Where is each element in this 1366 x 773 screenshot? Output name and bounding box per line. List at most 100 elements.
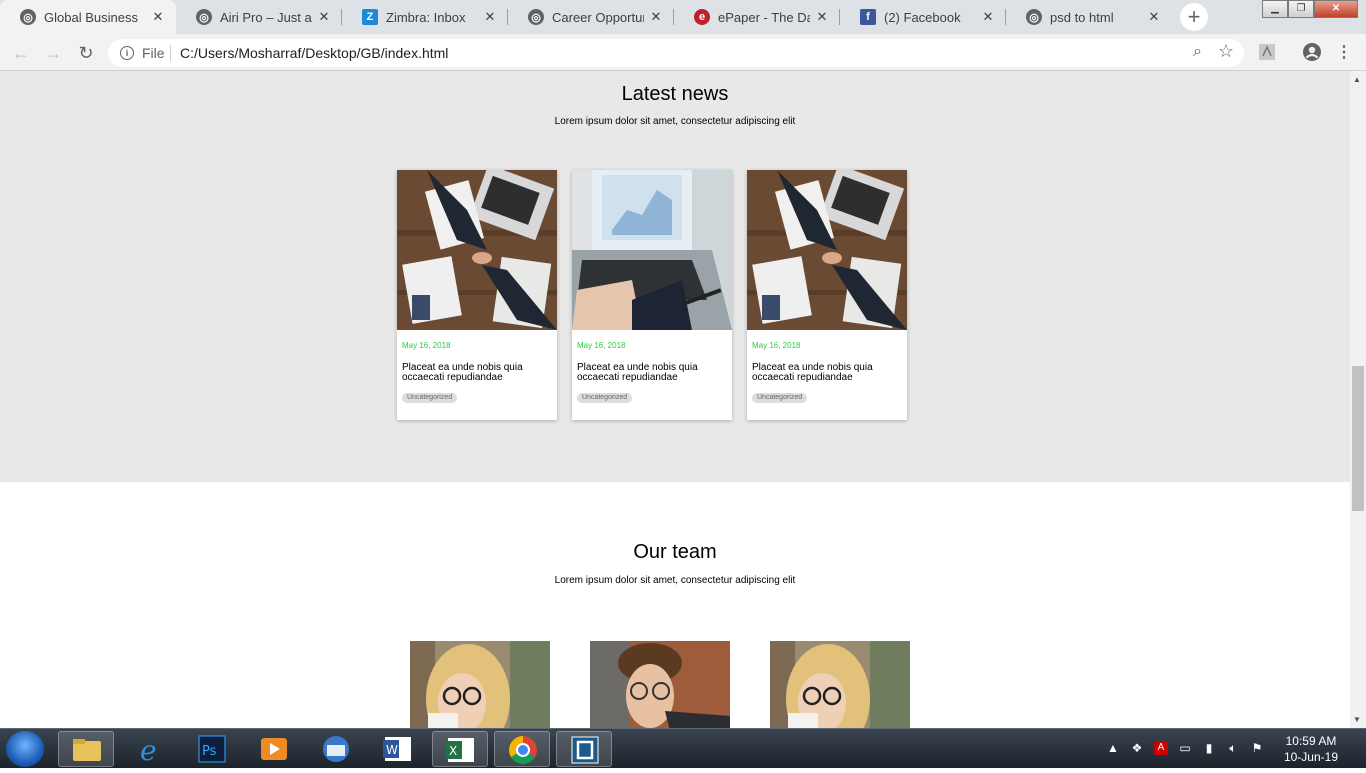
svg-text:X: X — [449, 744, 457, 758]
man-glasses-photo — [590, 641, 730, 728]
card-date: May 16, 2018 — [402, 341, 451, 350]
app-window-icon[interactable] — [556, 731, 612, 767]
internet-explorer-icon[interactable]: e — [122, 731, 178, 767]
photoshop-icon[interactable]: Ps — [184, 731, 240, 767]
tab-psd-to-html[interactable]: ◎ psd to html ✕ — [1006, 0, 1172, 34]
scheme-label: File — [142, 45, 165, 61]
browser-toolbar: ← → ↻ i File C:/Users/Mosharraf/Desktop/… — [0, 34, 1366, 71]
power-icon[interactable]: ▮ — [1202, 741, 1216, 755]
minimize-button[interactable]: ▁ — [1262, 0, 1288, 18]
tab-title: Global Business — [44, 9, 138, 25]
facebook-icon: f — [860, 9, 876, 25]
vertical-scrollbar[interactable]: ▲ ▼ — [1350, 71, 1366, 728]
tab-facebook[interactable]: f (2) Facebook ✕ — [840, 0, 1006, 34]
windows-explorer-icon[interactable] — [58, 731, 114, 767]
pdf-extension-icon[interactable] — [1257, 42, 1277, 62]
tab-title: Airi Pro – Just anoth — [220, 9, 312, 25]
tab-career[interactable]: ◎ Career Opportunity ✕ — [508, 0, 674, 34]
team-title: Our team — [633, 541, 717, 563]
laptop-chart-photo[interactable] — [572, 170, 732, 330]
tab-title: ePaper - The Daily — [718, 9, 810, 25]
maximize-button[interactable]: ❐ — [1288, 0, 1314, 18]
news-card[interactable]: May 16, 2018 Placeat ea unde nobis quia … — [397, 170, 557, 420]
info-icon[interactable]: i — [120, 46, 134, 60]
scroll-down-arrow-icon[interactable]: ▼ — [1353, 715, 1361, 724]
tab-title: (2) Facebook — [884, 9, 961, 25]
action-center-flag-icon[interactable]: ⚑ — [1250, 741, 1264, 755]
globe-icon: ◎ — [20, 9, 36, 25]
close-icon[interactable]: ✕ — [648, 9, 664, 25]
zoom-icon[interactable]: ⌕ — [1193, 43, 1202, 61]
volume-icon[interactable]: 🔈︎ — [1226, 741, 1240, 755]
team-member-photo[interactable] — [590, 641, 730, 728]
acrobat-icon[interactable]: A — [1154, 741, 1168, 755]
tab-global-business[interactable]: ◎ Global Business ✕ — [0, 0, 176, 34]
handshake-desk-photo[interactable] — [397, 170, 557, 330]
window-controls: ▁ ❐ ✕ — [1262, 0, 1358, 18]
window-close-button[interactable]: ✕ — [1314, 0, 1358, 18]
close-icon[interactable]: ✕ — [1146, 9, 1162, 25]
team-member-photo[interactable] — [770, 641, 910, 728]
close-icon[interactable]: ✕ — [814, 9, 830, 25]
profile-icon[interactable] — [1302, 42, 1322, 62]
media-player-icon[interactable] — [246, 731, 302, 767]
svg-text:e: e — [140, 734, 157, 767]
taskbar-clock[interactable]: 10:59 AM 10-Jun-19 — [1284, 733, 1338, 765]
tab-epaper[interactable]: e ePaper - The Daily ✕ — [674, 0, 840, 34]
team-member-photo[interactable] — [410, 641, 550, 728]
card-title[interactable]: Placeat ea unde nobis quia occaecati rep… — [752, 363, 902, 383]
tab-title: Career Opportunity — [552, 9, 644, 25]
news-card[interactable]: May 16, 2018 Placeat ea unde nobis quia … — [747, 170, 907, 420]
epaper-icon: e — [694, 9, 710, 25]
card-title[interactable]: Placeat ea unde nobis quia occaecati rep… — [577, 363, 727, 383]
network-icon[interactable]: ▭ — [1178, 741, 1192, 755]
new-tab-button[interactable]: + — [1180, 3, 1208, 31]
chrome-icon[interactable] — [494, 731, 550, 767]
tab-title: psd to html — [1050, 9, 1114, 25]
category-badge[interactable]: Uncategorized — [577, 393, 633, 403]
scroll-up-arrow-icon[interactable]: ▲ — [1353, 75, 1361, 84]
clock-date: 10-Jun-19 — [1283, 750, 1338, 764]
tab-zimbra[interactable]: Z Zimbra: Inbox ✕ — [342, 0, 508, 34]
tab-airi-pro[interactable]: ◎ Airi Pro – Just anoth ✕ — [176, 0, 342, 34]
woman-glasses-photo — [410, 641, 550, 728]
globe-icon: ◎ — [528, 9, 544, 25]
forward-arrow-icon[interactable]: → — [41, 41, 65, 65]
back-arrow-icon[interactable]: ← — [9, 41, 33, 65]
zimbra-icon: Z — [362, 9, 378, 25]
show-hidden-icons-icon[interactable]: ▲ — [1106, 741, 1120, 755]
dropbox-icon[interactable]: ❖ — [1130, 741, 1144, 755]
svg-text:W: W — [386, 743, 398, 757]
word-icon[interactable]: W — [370, 731, 426, 767]
latest-news-section: Latest news Lorem ipsum dolor sit amet, … — [0, 71, 1350, 482]
page-viewport: Latest news Lorem ipsum dolor sit amet, … — [0, 71, 1350, 728]
start-button[interactable] — [6, 731, 44, 767]
svg-text:Ps: Ps — [202, 744, 217, 759]
card-date: May 16, 2018 — [577, 341, 626, 350]
news-subtitle: Lorem ipsum dolor sit amet, consectetur … — [554, 116, 796, 127]
clock-time: 10:59 AM — [1285, 734, 1337, 748]
card-title[interactable]: Placeat ea unde nobis quia occaecati rep… — [402, 363, 552, 383]
close-icon[interactable]: ✕ — [316, 9, 332, 25]
menu-kebab-icon[interactable]: ⋮ — [1332, 41, 1356, 65]
close-icon[interactable]: ✕ — [482, 9, 498, 25]
excel-icon[interactable]: X — [432, 731, 488, 767]
windows-taskbar: e Ps W X ▲ ❖ A ▭ ▮ 🔈︎ ⚑ 10:59 AM 10-Jun-… — [0, 728, 1366, 768]
category-badge[interactable]: Uncategorized — [402, 393, 458, 403]
card-date: May 16, 2018 — [752, 341, 801, 350]
close-icon[interactable]: ✕ — [150, 9, 166, 25]
news-card[interactable]: May 16, 2018 Placeat ea unde nobis quia … — [572, 170, 732, 420]
woman-glasses-photo — [770, 641, 910, 728]
reload-icon[interactable]: ↻ — [74, 41, 98, 65]
globe-icon: ◎ — [1026, 9, 1042, 25]
bookmark-star-icon[interactable]: ☆ — [1218, 41, 1234, 62]
team-subtitle: Lorem ipsum dolor sit amet, consectetur … — [554, 575, 796, 586]
globe-icon: ◎ — [196, 9, 212, 25]
category-badge[interactable]: Uncategorized — [752, 393, 808, 403]
url-text[interactable]: C:/Users/Mosharraf/Desktop/GB/index.html — [180, 45, 448, 61]
handshake-desk-photo[interactable] — [747, 170, 907, 330]
scrollbar-thumb[interactable] — [1352, 366, 1364, 511]
close-icon[interactable]: ✕ — [980, 9, 996, 25]
address-bar[interactable]: i File C:/Users/Mosharraf/Desktop/GB/ind… — [108, 39, 1244, 67]
thunderbird-icon[interactable] — [308, 731, 364, 767]
